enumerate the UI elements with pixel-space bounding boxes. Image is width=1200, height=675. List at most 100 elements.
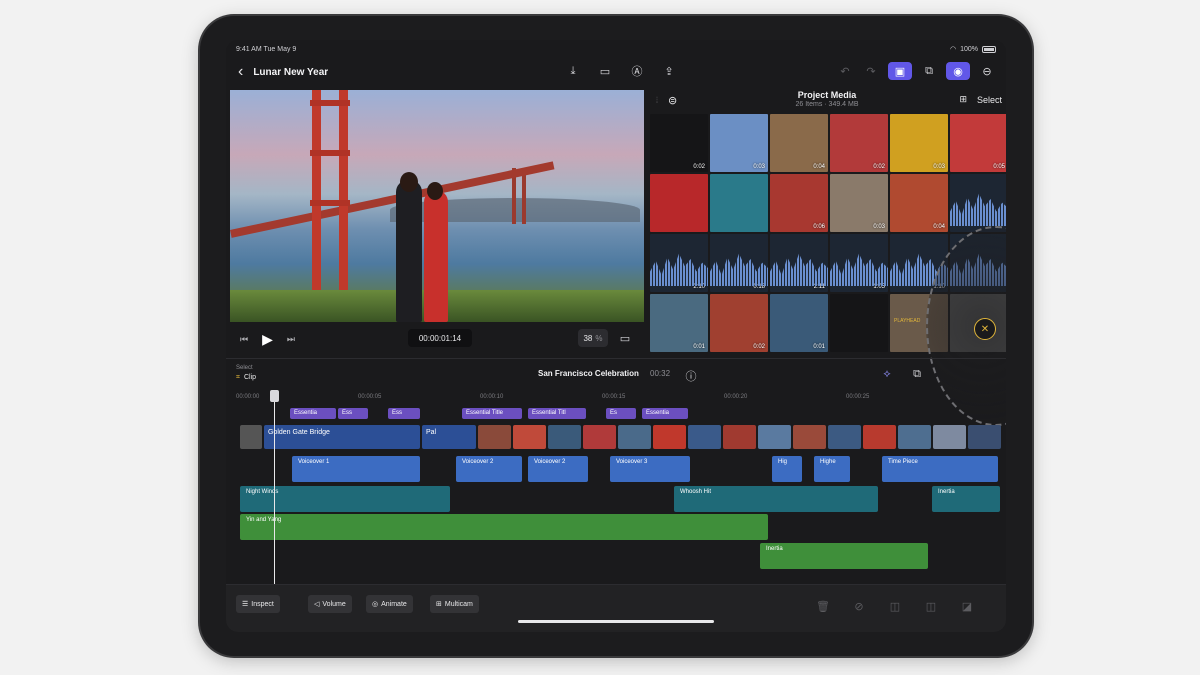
camera-icon[interactable]: ▭	[596, 62, 614, 80]
multicam-button[interactable]: ⊞Multicam	[430, 595, 479, 613]
person-woman	[424, 190, 448, 322]
select-button[interactable]: Select	[977, 95, 1002, 105]
primary-clip[interactable]	[618, 425, 651, 449]
split-icon[interactable]: ◫	[886, 597, 904, 615]
primary-clip[interactable]	[758, 425, 791, 449]
playhead[interactable]	[274, 390, 275, 584]
next-frame-icon[interactable]: ⏭	[287, 334, 295, 345]
detach-icon[interactable]: ◫	[922, 597, 940, 615]
photos-icon[interactable]: ▣	[888, 62, 912, 80]
person-man	[396, 180, 422, 322]
primary-clip[interactable]	[863, 425, 896, 449]
transport-controls: ⏮ ▶ ⏭ 00:00:01:14 38% ▭	[230, 324, 644, 354]
sound-effect-clip[interactable]: Inertia	[932, 486, 1000, 512]
title-clip[interactable]: Essential Title	[462, 408, 522, 419]
music-clip[interactable]: Inertia	[760, 543, 928, 569]
primary-clip[interactable]	[653, 425, 686, 449]
back-button[interactable]: ‹	[238, 63, 243, 81]
media-thumbnail[interactable]: 0:04	[890, 174, 948, 232]
browser-title: Project Media	[648, 90, 1006, 100]
primary-clip[interactable]	[583, 425, 616, 449]
inspector-icon[interactable]: ◉	[946, 62, 970, 80]
title-clip[interactable]: Essentia	[642, 408, 688, 419]
voiceover-clip[interactable]: Voiceover 2	[456, 456, 522, 482]
thumbnail-duration: 0:04	[933, 224, 945, 230]
volume-button[interactable]: ◁Volume	[308, 595, 352, 613]
previous-frame-icon[interactable]: ⏮	[240, 334, 248, 345]
video-viewer[interactable]	[230, 90, 644, 322]
primary-clip[interactable]	[933, 425, 966, 449]
close-jog-icon[interactable]: ✕	[974, 318, 996, 340]
media-thumbnail[interactable]	[710, 174, 768, 232]
primary-clip[interactable]	[688, 425, 721, 449]
play-icon[interactable]: ▶	[262, 331, 273, 348]
primary-clip[interactable]	[240, 425, 262, 449]
redo-icon[interactable]: ↷	[862, 62, 880, 80]
media-thumbnail[interactable]: 2:10	[650, 234, 708, 292]
title-clip[interactable]: Essentia	[290, 408, 336, 419]
voiceover-clip[interactable]: Time Piece	[882, 456, 998, 482]
voiceover-clip[interactable]: Voiceover 3	[610, 456, 690, 482]
voiceover-clip[interactable]: Highe	[814, 456, 850, 482]
voiceover-clip[interactable]: Voiceover 2	[528, 456, 588, 482]
media-thumbnail[interactable]: 0:18	[710, 234, 768, 292]
primary-clip[interactable]	[548, 425, 581, 449]
media-thumbnail[interactable]: 0:04	[770, 114, 828, 172]
media-thumbnail[interactable]: 0:05	[950, 114, 1006, 172]
primary-clip[interactable]: Golden Gate Bridge	[264, 425, 420, 449]
primary-clip[interactable]	[793, 425, 826, 449]
ruler-tick-label: 00:00:15	[602, 394, 625, 400]
share-icon[interactable]: ⇪	[660, 62, 678, 80]
selection-mode[interactable]: ⌗Clip	[236, 374, 256, 382]
media-thumbnail[interactable]: 0:01	[650, 294, 708, 352]
media-thumbnail[interactable]: 2:11	[770, 234, 828, 292]
media-thumbnail[interactable]: 0:06	[770, 174, 828, 232]
media-thumbnail[interactable]: 0:02	[830, 114, 888, 172]
primary-clip[interactable]	[828, 425, 861, 449]
primary-clip[interactable]	[898, 425, 931, 449]
voiceover-clip[interactable]: Hig	[772, 456, 802, 482]
media-thumbnail[interactable]: 0:02	[650, 114, 708, 172]
primary-clip[interactable]	[723, 425, 756, 449]
primary-clip[interactable]	[478, 425, 511, 449]
title-clip[interactable]: Ess	[388, 408, 420, 419]
media-thumbnail[interactable]	[650, 174, 708, 232]
inspect-button[interactable]: ☰Inspect	[236, 595, 280, 613]
undo-icon[interactable]: ↶	[836, 62, 854, 80]
info-icon[interactable]: ⓘ	[682, 367, 700, 385]
media-thumbnail[interactable]: 0:03	[710, 114, 768, 172]
primary-clip[interactable]	[968, 425, 1001, 449]
import-icon[interactable]: ⤓	[564, 62, 582, 80]
title-clip[interactable]: Essential Titl	[528, 408, 586, 419]
skimming-icon[interactable]: ⧉	[908, 365, 926, 383]
media-thumbnail[interactable]: 0:03	[890, 114, 948, 172]
title-clip[interactable]: Ess	[338, 408, 368, 419]
display-options-icon[interactable]: ▭	[616, 329, 634, 347]
animate-button[interactable]: ◎Animate	[366, 595, 413, 613]
grid-view-icon[interactable]: ⊞	[959, 94, 967, 105]
primary-clip[interactable]	[513, 425, 546, 449]
clips-icon[interactable]: ⧉	[920, 62, 938, 80]
timeline-ruler[interactable]: 00:00:0000:00:0500:00:1000:00:1500:00:20…	[236, 390, 1006, 404]
media-thumbnail[interactable]: 0:01	[770, 294, 828, 352]
voiceover-icon[interactable]: Ⓐ	[628, 62, 646, 80]
done-icon[interactable]: ⊘	[850, 597, 868, 615]
more-icon[interactable]: ⊖	[978, 62, 996, 80]
viewer-zoom[interactable]: 38%	[578, 329, 608, 347]
trash-icon[interactable]: 🗑	[814, 597, 832, 615]
sound-effect-clip[interactable]: Night Winds	[240, 486, 450, 512]
sound-effect-clip[interactable]: Whoosh Hit	[674, 486, 878, 512]
title-clip[interactable]: Es	[606, 408, 636, 419]
media-thumbnail[interactable]	[830, 294, 888, 352]
thumbnail-duration: 0:18	[753, 284, 765, 290]
music-clip[interactable]: Yin and Yang	[240, 514, 768, 540]
media-thumbnail[interactable]: 0:02	[710, 294, 768, 352]
snapping-icon[interactable]: ⟡	[878, 365, 896, 383]
primary-clip[interactable]: Pal	[422, 425, 476, 449]
more-actions-icon[interactable]: ◪	[958, 597, 976, 615]
media-thumbnail[interactable]: 1:05	[830, 234, 888, 292]
voiceover-clip[interactable]: Voiceover 1	[292, 456, 420, 482]
status-time: 9:41 AM Tue May 9	[236, 46, 296, 53]
media-thumbnail[interactable]: 0:03	[830, 174, 888, 232]
media-thumbnail[interactable]	[950, 174, 1006, 232]
